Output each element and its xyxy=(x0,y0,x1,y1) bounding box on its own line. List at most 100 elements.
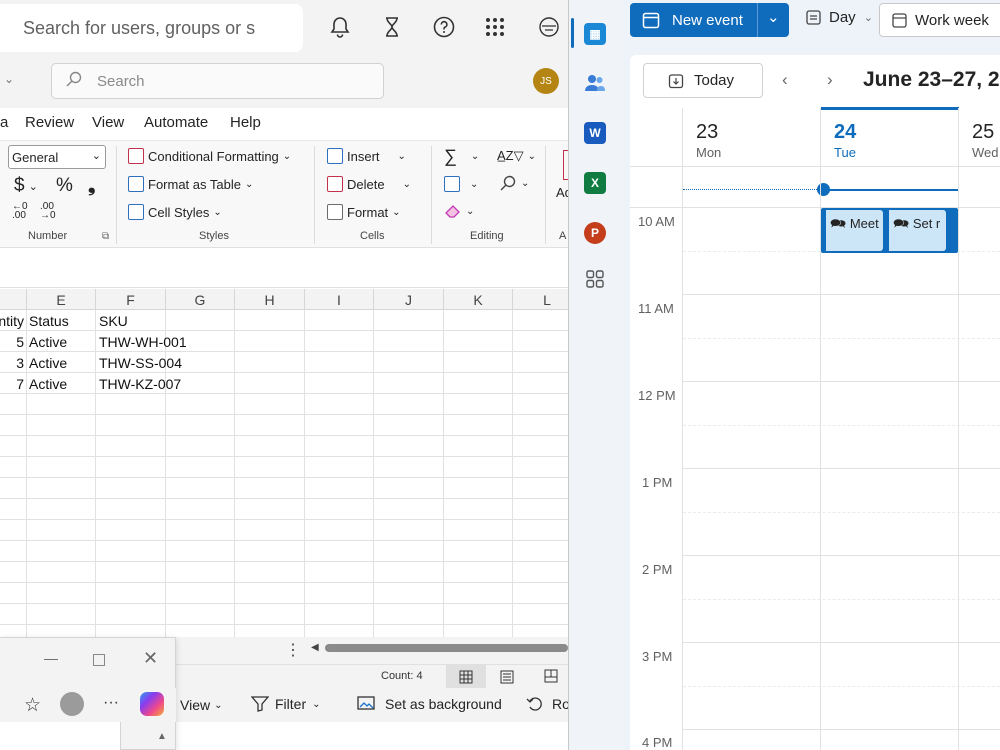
formula-bar[interactable] xyxy=(0,250,568,288)
more-apps-icon[interactable] xyxy=(584,268,606,290)
scroll-left-icon[interactable]: ◀ xyxy=(311,642,319,653)
format-as-table-button[interactable]: Format as Table ⌄ xyxy=(128,176,253,192)
app-launcher-icon[interactable] xyxy=(482,14,508,40)
delete-cells-button[interactable]: Delete ⌄ xyxy=(327,176,411,192)
excel-search-input[interactable]: Search xyxy=(51,63,384,99)
day-number-wed[interactable]: 25 xyxy=(972,121,994,144)
normal-view-button[interactable] xyxy=(446,665,486,689)
currency-button[interactable]: $ ⌄ xyxy=(14,175,38,197)
menu-help[interactable]: Help xyxy=(230,114,261,131)
grid-line xyxy=(26,310,27,638)
number-format-select[interactable]: General ⌄ xyxy=(8,145,106,169)
cell-sku[interactable]: THW-WH-001 xyxy=(99,331,187,352)
cell-sku[interactable]: THW-SS-004 xyxy=(99,352,182,373)
column-header-j[interactable]: J xyxy=(374,289,444,310)
cell-quantity[interactable]: 5 xyxy=(0,331,24,352)
chevron-down-icon[interactable]: ⌄ xyxy=(767,8,780,26)
calendar-event[interactable]: 🗪 Meet xyxy=(823,210,883,251)
day-number-mon[interactable]: 23 xyxy=(696,121,718,144)
find-select-button[interactable]: ⌄ xyxy=(499,174,529,192)
work-week-view-button[interactable]: Work week xyxy=(879,3,1000,37)
clear-button[interactable]: ⌄ xyxy=(444,203,474,219)
day-number-tue[interactable]: 24 xyxy=(834,121,856,144)
cell-status[interactable]: Active xyxy=(29,331,67,352)
format-cells-icon xyxy=(327,204,343,220)
menu-automate[interactable]: Automate xyxy=(144,114,208,131)
scroll-up-icon[interactable]: ▲ xyxy=(157,731,167,742)
cell-status[interactable]: Active xyxy=(29,352,67,373)
bell-icon[interactable] xyxy=(327,14,353,40)
fill-button[interactable]: ⌄ xyxy=(444,176,478,192)
close-icon[interactable]: ✕ xyxy=(143,648,158,669)
horizontal-scrollbar[interactable] xyxy=(325,644,568,652)
dialog-launcher-icon[interactable]: ⧉ xyxy=(102,231,109,242)
page-layout-button[interactable] xyxy=(500,670,514,687)
column-header-k[interactable]: K xyxy=(444,289,513,310)
filter-button[interactable]: Filter ⌄ xyxy=(251,696,321,712)
grid-line xyxy=(0,498,568,499)
powerpoint-app-icon[interactable]: P xyxy=(584,222,606,244)
profile-icon[interactable] xyxy=(60,692,84,716)
cell-status[interactable]: Active xyxy=(29,373,67,394)
sort-filter-button[interactable]: A̲Z▽ ⌄ xyxy=(497,148,536,164)
rotate-button[interactable]: Ro xyxy=(526,696,570,712)
divider xyxy=(314,146,315,244)
day-name-tue: Tue xyxy=(834,145,856,160)
maximize-icon[interactable] xyxy=(93,654,105,666)
menu-view[interactable]: View xyxy=(92,114,124,131)
autosum-button[interactable]: ∑ ⌄ xyxy=(444,146,479,167)
minimize-icon[interactable]: — xyxy=(44,650,58,666)
cell-header-sku[interactable]: SKU xyxy=(99,310,128,331)
page-break-button[interactable] xyxy=(544,669,558,686)
comma-style-button[interactable]: ❟ xyxy=(88,175,95,197)
hourglass-icon[interactable] xyxy=(379,14,405,40)
menu-review[interactable]: Review xyxy=(25,114,74,131)
chevron-down-icon[interactable]: ⌄ xyxy=(4,72,14,86)
help-icon[interactable] xyxy=(431,14,457,40)
column-header[interactable] xyxy=(0,289,27,310)
calendar-panel xyxy=(630,55,1000,750)
cell-quantity[interactable]: 7 xyxy=(0,373,24,394)
cell-sku[interactable]: THW-KZ-007 xyxy=(99,373,181,394)
cell-header-quantity[interactable]: ntity xyxy=(0,310,24,331)
word-app-icon[interactable]: W xyxy=(584,122,606,144)
insert-cells-button[interactable]: Insert ⌄ xyxy=(327,148,406,164)
column-header-f[interactable]: F xyxy=(96,289,166,310)
excel-app-icon[interactable]: X xyxy=(584,172,606,194)
global-search-input[interactable]: Search for users, groups or s xyxy=(0,4,303,52)
next-week-icon[interactable]: › xyxy=(827,70,833,90)
day-view-button[interactable]: Day ⌄ xyxy=(806,9,873,26)
view-menu-button[interactable]: View ⌄ xyxy=(180,697,222,713)
more-icon[interactable]: ··· xyxy=(103,694,119,712)
column-header-e[interactable]: E xyxy=(27,289,96,310)
grid-line xyxy=(0,456,568,457)
increase-decimal-button[interactable]: ←0.00 xyxy=(12,202,28,221)
more-options-icon[interactable]: ⋮ xyxy=(285,640,301,660)
previous-week-icon[interactable]: ‹ xyxy=(782,70,788,90)
percent-button[interactable]: % xyxy=(56,175,73,197)
calendar-app-icon[interactable]: ▦ xyxy=(584,23,606,45)
calendar-event[interactable]: 🗪 Set r xyxy=(886,210,946,251)
decrease-decimal-button[interactable]: .00 →0 xyxy=(40,202,56,221)
new-event-button[interactable]: New event ⌄ xyxy=(630,3,789,37)
grid-line xyxy=(234,310,235,638)
cell-header-status[interactable]: Status xyxy=(29,310,69,331)
favorites-icon[interactable]: ☆ xyxy=(24,694,41,717)
group-label-cells: Cells xyxy=(360,230,385,242)
cell-quantity[interactable]: 3 xyxy=(0,352,24,373)
conditional-formatting-button[interactable]: Conditional Formatting ⌄ xyxy=(128,148,291,164)
cell-styles-button[interactable]: Cell Styles ⌄ xyxy=(128,204,222,220)
avatar[interactable]: JS xyxy=(533,68,559,94)
column-header-h[interactable]: H xyxy=(235,289,305,310)
set-background-button[interactable]: Set as background xyxy=(357,696,502,712)
grid-line xyxy=(683,468,1000,469)
people-app-icon[interactable] xyxy=(584,72,606,94)
format-cells-button[interactable]: Format ⌄ xyxy=(327,204,401,220)
org-logo-icon[interactable] xyxy=(536,14,562,40)
today-icon xyxy=(668,73,684,88)
column-header-i[interactable]: I xyxy=(305,289,374,310)
today-button[interactable]: Today xyxy=(643,63,763,98)
menu-data[interactable]: a xyxy=(0,114,8,131)
column-header-g[interactable]: G xyxy=(166,289,235,310)
copilot-icon[interactable] xyxy=(140,692,164,716)
